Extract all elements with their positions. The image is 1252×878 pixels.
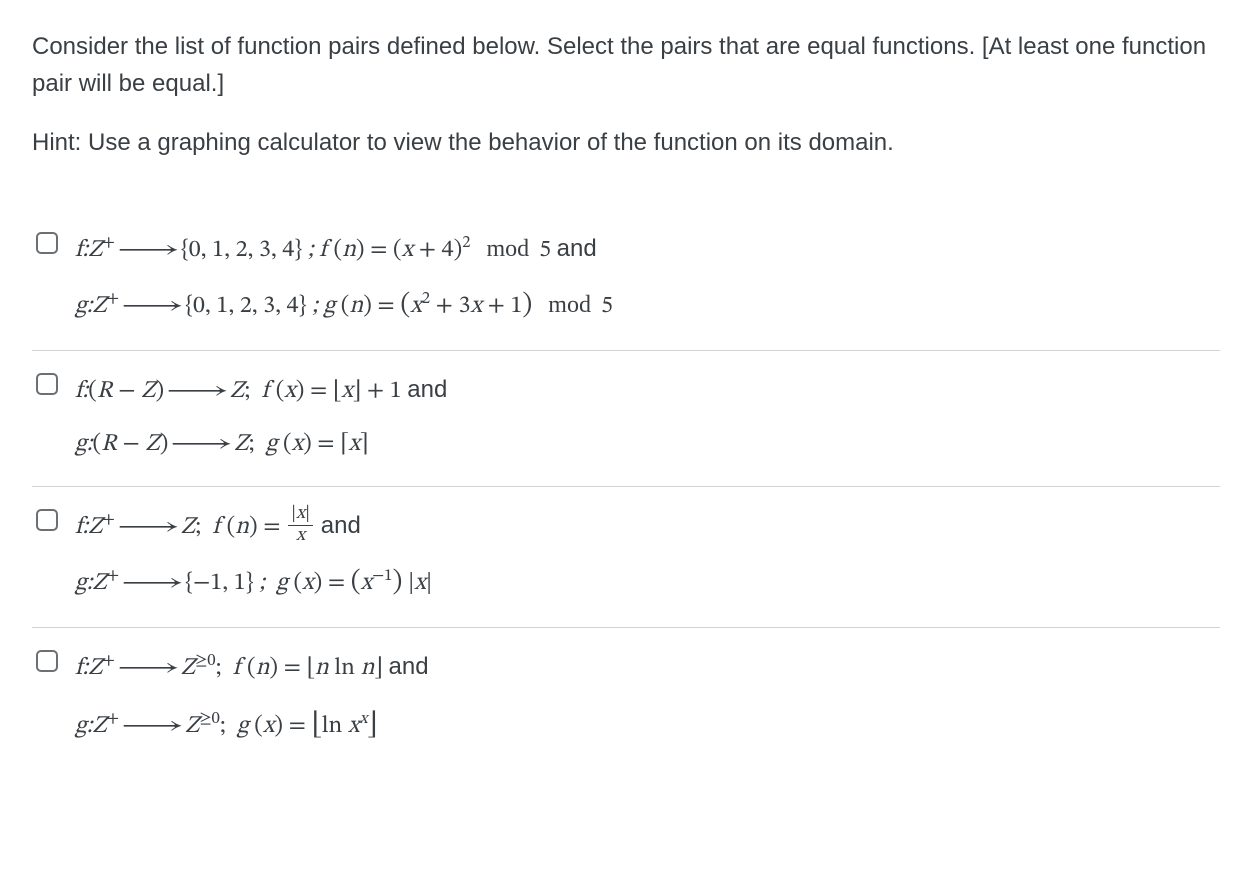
option-body-1: f:Z+ ⟶ {0, 1, 2, 3, 4} ; f (n) = (x + 4)… bbox=[75, 226, 613, 332]
option-2-f: f:(R − Z) ⟶ Z; f (x) = ⌊x⌋ + 1 and bbox=[75, 379, 447, 403]
option-row-1: f:Z+ ⟶ {0, 1, 2, 3, 4} ; f (n) = (x + 4)… bbox=[32, 210, 1220, 351]
option-row-2: f:(R − Z) ⟶ Z; f (x) = ⌊x⌋ + 1 and g:(R … bbox=[32, 351, 1220, 487]
option-3-g: g:Z+ ⟶ {−1, 1} ; g (x) = (x−1) |x| bbox=[75, 571, 432, 595]
option-row-3: f:Z+ ⟶ Z; f (n) = |x|x and g:Z+ ⟶ {−1, 1… bbox=[32, 487, 1220, 628]
option-checkbox-2[interactable] bbox=[36, 373, 58, 395]
option-checkbox-1[interactable] bbox=[36, 232, 58, 254]
option-checkbox-4[interactable] bbox=[36, 650, 58, 672]
option-2-g: g:(R − Z) ⟶ Z; g (x) = ⌈x⌉ bbox=[75, 432, 369, 456]
option-checkbox-3[interactable] bbox=[36, 509, 58, 531]
option-body-3: f:Z+ ⟶ Z; f (n) = |x|x and g:Z+ ⟶ {−1, 1… bbox=[75, 503, 432, 609]
option-3-f: f:Z+ ⟶ Z; f (n) = |x|x and bbox=[75, 515, 361, 539]
option-4-f: f:Z+ ⟶ Z≥0; f (n) = ⌊n ln n⌋ and bbox=[75, 656, 429, 680]
option-row-4: f:Z+ ⟶ Z≥0; f (n) = ⌊n ln n⌋ and g:Z+ ⟶ … bbox=[32, 628, 1220, 771]
option-1-f: f:Z+ ⟶ {0, 1, 2, 3, 4} ; f (n) = (x + 4)… bbox=[75, 238, 597, 262]
option-body-2: f:(R − Z) ⟶ Z; f (x) = ⌊x⌋ + 1 and g:(R … bbox=[75, 367, 447, 468]
option-body-4: f:Z+ ⟶ Z≥0; f (n) = ⌊n ln n⌋ and g:Z+ ⟶ … bbox=[75, 644, 429, 753]
question-hint: Hint: Use a graphing calculator to view … bbox=[32, 124, 1220, 161]
question-prompt: Consider the list of function pairs defi… bbox=[32, 28, 1220, 102]
option-4-g: g:Z+ ⟶ Z≥0; g (x) = ⌊ln xx⌋ bbox=[75, 714, 378, 738]
options-list: f:Z+ ⟶ {0, 1, 2, 3, 4} ; f (n) = (x + 4)… bbox=[32, 210, 1220, 771]
option-1-g: g:Z+ ⟶ {0, 1, 2, 3, 4} ; g (n) = (x2 + 3… bbox=[75, 294, 613, 318]
